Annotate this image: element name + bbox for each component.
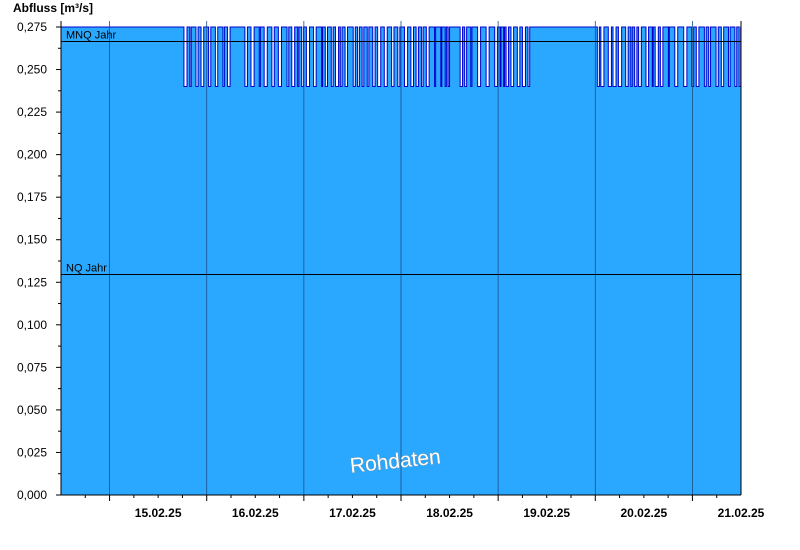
y-tick-label: 0,100 — [17, 318, 47, 332]
x-tick-label: 15.02.25 — [135, 506, 182, 520]
x-tick-label: 16.02.25 — [232, 506, 279, 520]
x-tick-label: 21.02.25 — [718, 506, 765, 520]
reference-line-label: MNQ Jahr — [66, 30, 116, 42]
y-tick-label: 0,250 — [17, 63, 47, 77]
y-tick-label: 0,125 — [17, 275, 47, 289]
y-tick-label: 0,200 — [17, 148, 47, 162]
y-tick-label: 0,275 — [17, 20, 47, 34]
y-tick-label: 0,050 — [17, 403, 47, 417]
chart-canvas: Abfluss [m³/s] MNQ Jahr NQ Jahr 0,275 0,25… — [13, 1, 765, 520]
y-tick-label: 0,175 — [17, 190, 47, 204]
x-tick-label: 18.02.25 — [426, 506, 473, 520]
y-tick-label: 0,225 — [17, 105, 47, 119]
y-tick-label: 0,025 — [17, 445, 47, 459]
y-axis-ticks: 0,275 0,250 0,225 0,200 0,175 0,150 0,125 0,100… — [17, 20, 61, 502]
x-tick-label: 20.02.25 — [620, 506, 667, 520]
x-tick-label: 17.02.25 — [329, 506, 376, 520]
reference-line-label: NQ Jahr — [66, 263, 107, 275]
x-axis-ticks: 15.02.25 16.02.25 17.02.25 18.02.25 19.02.25… — [84, 495, 765, 520]
y-tick-label: 0,075 — [17, 360, 47, 374]
y-tick-label: 0,000 — [17, 488, 47, 502]
y-axis-title: Abfluss [m³/s] — [13, 1, 93, 15]
plot-area: MNQ Jahr NQ Jahr — [61, 21, 742, 495]
y-tick-label: 0,150 — [17, 233, 47, 247]
x-tick-label: 19.02.25 — [523, 506, 570, 520]
